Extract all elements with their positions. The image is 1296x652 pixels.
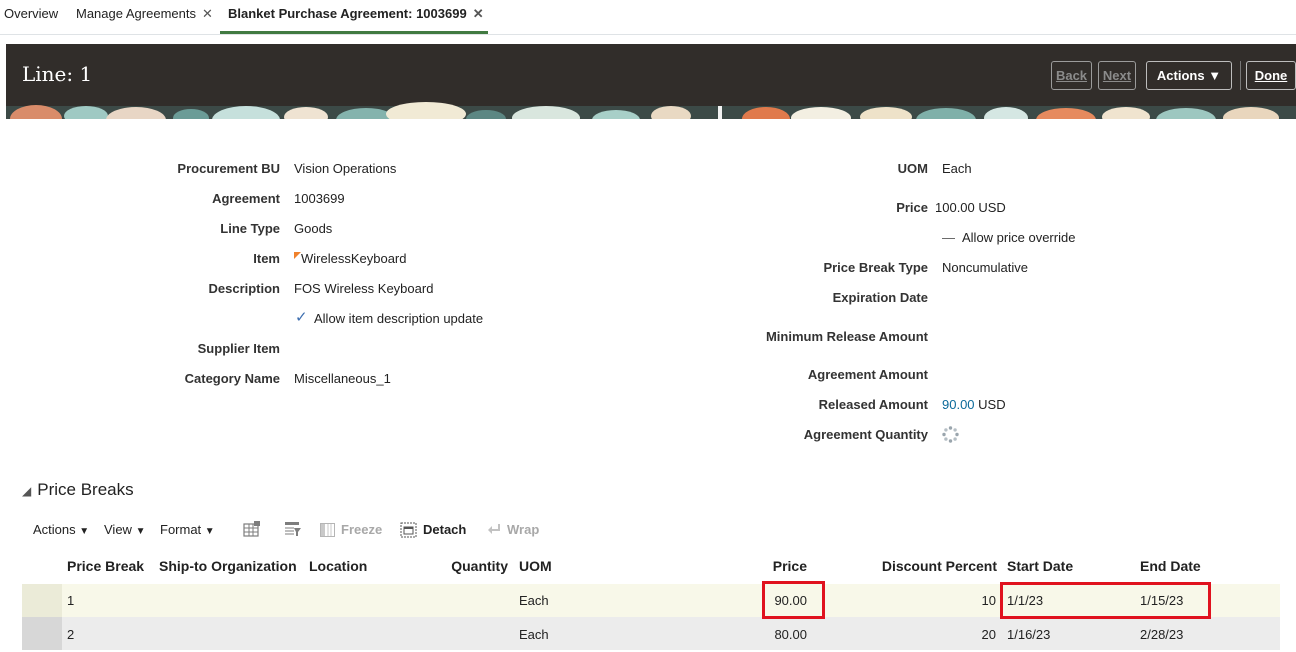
tab-blanket-purchase-agreement[interactable]: Blanket Purchase Agreement: 1003699 ✕	[220, 0, 488, 34]
detach-icon	[400, 522, 417, 538]
toolbar-separator	[1240, 61, 1241, 90]
price-cell: 80.00	[774, 627, 807, 642]
new-item-flag-icon	[294, 252, 301, 259]
description-label: Description	[208, 281, 280, 296]
back-button[interactable]: Back	[1051, 61, 1092, 90]
price-break-cell: 2	[67, 627, 75, 642]
freeze-button[interactable]: Freeze	[341, 522, 382, 537]
done-button[interactable]: Done	[1246, 61, 1296, 90]
tab-manage-agreements[interactable]: Manage Agreements ✕	[76, 0, 213, 34]
dropdown-caret-icon: ▼	[79, 526, 90, 537]
tab-label: Manage Agreements	[76, 6, 196, 21]
uom-label: UOM	[897, 161, 928, 176]
actions-menu-label: Actions	[33, 522, 76, 537]
tab-label: Overview	[4, 6, 59, 21]
tab-bar: Overview Manage Agreements ✕ Blanket Purc…	[0, 0, 1296, 35]
dropdown-caret-icon: ▼	[204, 526, 215, 537]
released-amount-label: Released Amount	[818, 397, 928, 412]
supplier-item-label: Supplier Item	[197, 341, 280, 356]
agreement-quantity-label: Agreement Quantity	[803, 427, 928, 442]
done-label: Done	[1254, 68, 1288, 83]
agreement-value: 1003699	[294, 191, 345, 206]
line-type-label: Line Type	[220, 221, 280, 236]
row-header[interactable]	[22, 584, 62, 617]
item-value: WirelessKeyboard	[301, 251, 407, 266]
close-icon[interactable]: ✕	[202, 6, 213, 21]
discount-percent-cell: 20	[981, 627, 996, 642]
allow-item-description-update-label: Allow item description update	[314, 311, 484, 326]
wrap-icon	[488, 524, 500, 534]
actions-menu-button[interactable]: Actions ▼	[1146, 61, 1232, 90]
price-breaks-section-header[interactable]: ◢ Price Breaks	[22, 480, 134, 500]
dropdown-caret-icon: ▼	[1208, 68, 1222, 83]
column-header-discount-percent[interactable]: Discount Percent	[840, 558, 997, 574]
filter-icon[interactable]	[284, 521, 302, 537]
minimum-release-amount-label: Minimum Release Amount	[765, 329, 928, 344]
view-menu-label: View	[104, 522, 132, 537]
dropdown-caret-icon: ▼	[135, 526, 146, 537]
price-break-type-label: Price Break Type	[823, 260, 928, 275]
table-format-menu[interactable]: Format ▼	[160, 522, 215, 537]
tab-label: Blanket Purchase Agreement: 1003699	[228, 6, 467, 21]
expiration-date-label: Expiration Date	[832, 290, 928, 305]
agreement-amount-label: Agreement Amount	[807, 367, 928, 382]
price-break-type-value: Noncumulative	[942, 260, 1028, 275]
item-label: Item	[253, 251, 280, 266]
agreement-label: Agreement	[212, 191, 280, 206]
uom-value: Each	[942, 161, 972, 176]
table-view-menu[interactable]: View ▼	[104, 522, 145, 537]
column-header-ship-to-organization[interactable]: Ship-to Organization	[159, 558, 297, 574]
column-header-quantity[interactable]: Quantity	[400, 558, 508, 574]
released-amount-value: 90.00 USD	[942, 397, 1006, 412]
checkmark-icon: ✓	[295, 309, 308, 326]
unchecked-indicator-icon: —	[942, 230, 955, 245]
collapse-triangle-icon[interactable]: ◢	[22, 484, 31, 498]
row-header[interactable]	[22, 617, 62, 650]
section-title: Price Breaks	[37, 480, 134, 499]
discount-percent-cell: 10	[981, 593, 996, 608]
column-header-price[interactable]: Price	[700, 558, 807, 574]
close-icon[interactable]: ✕	[473, 6, 484, 21]
column-header-start-date[interactable]: Start Date	[1007, 558, 1073, 574]
price-highlight-box	[762, 581, 825, 619]
detach-button[interactable]: Detach	[423, 522, 466, 537]
tab-overview[interactable]: Overview	[4, 0, 58, 34]
page-header-banner: Line: 1 Back Next Actions ▼ Done	[6, 44, 1296, 119]
back-label: Back	[1055, 68, 1088, 83]
next-button[interactable]: Next	[1098, 61, 1136, 90]
page-title: Line: 1	[22, 62, 93, 86]
column-header-uom[interactable]: UOM	[519, 558, 552, 574]
end-date-cell: 2/28/23	[1140, 627, 1184, 642]
date-range-highlight-box	[1000, 582, 1211, 619]
price-label: Price	[896, 200, 928, 215]
released-amount-currency: USD	[978, 397, 1006, 412]
line-type-value: Goods	[294, 221, 333, 236]
column-header-location[interactable]: Location	[309, 558, 367, 574]
released-amount-link[interactable]: 90.00	[942, 397, 975, 412]
uom-cell: Each	[519, 627, 549, 642]
column-header-end-date[interactable]: End Date	[1140, 558, 1201, 574]
category-name-label: Category Name	[184, 371, 280, 386]
price-value: 100.00 USD	[935, 200, 1006, 215]
allow-price-override-label: Allow price override	[962, 230, 1076, 245]
query-by-example-icon[interactable]	[243, 521, 261, 537]
format-menu-label: Format	[160, 522, 202, 537]
table-row[interactable]	[22, 617, 1280, 650]
description-value: FOS Wireless Keyboard	[294, 281, 434, 296]
uom-cell: Each	[519, 593, 549, 608]
next-label: Next	[1102, 68, 1132, 83]
procurement-bu-value: Vision Operations	[294, 161, 397, 176]
actions-label: Actions	[1156, 68, 1205, 83]
wrap-button[interactable]: Wrap	[507, 522, 539, 537]
table-actions-menu[interactable]: Actions ▼	[33, 522, 89, 537]
freeze-icon	[320, 523, 335, 537]
loading-spinner-icon	[942, 426, 959, 443]
start-date-cell: 1/16/23	[1007, 627, 1051, 642]
price-break-cell: 1	[67, 593, 75, 608]
category-name-value: Miscellaneous_1	[294, 371, 391, 386]
column-header-price-break[interactable]: Price Break	[67, 558, 144, 574]
procurement-bu-label: Procurement BU	[177, 161, 280, 176]
